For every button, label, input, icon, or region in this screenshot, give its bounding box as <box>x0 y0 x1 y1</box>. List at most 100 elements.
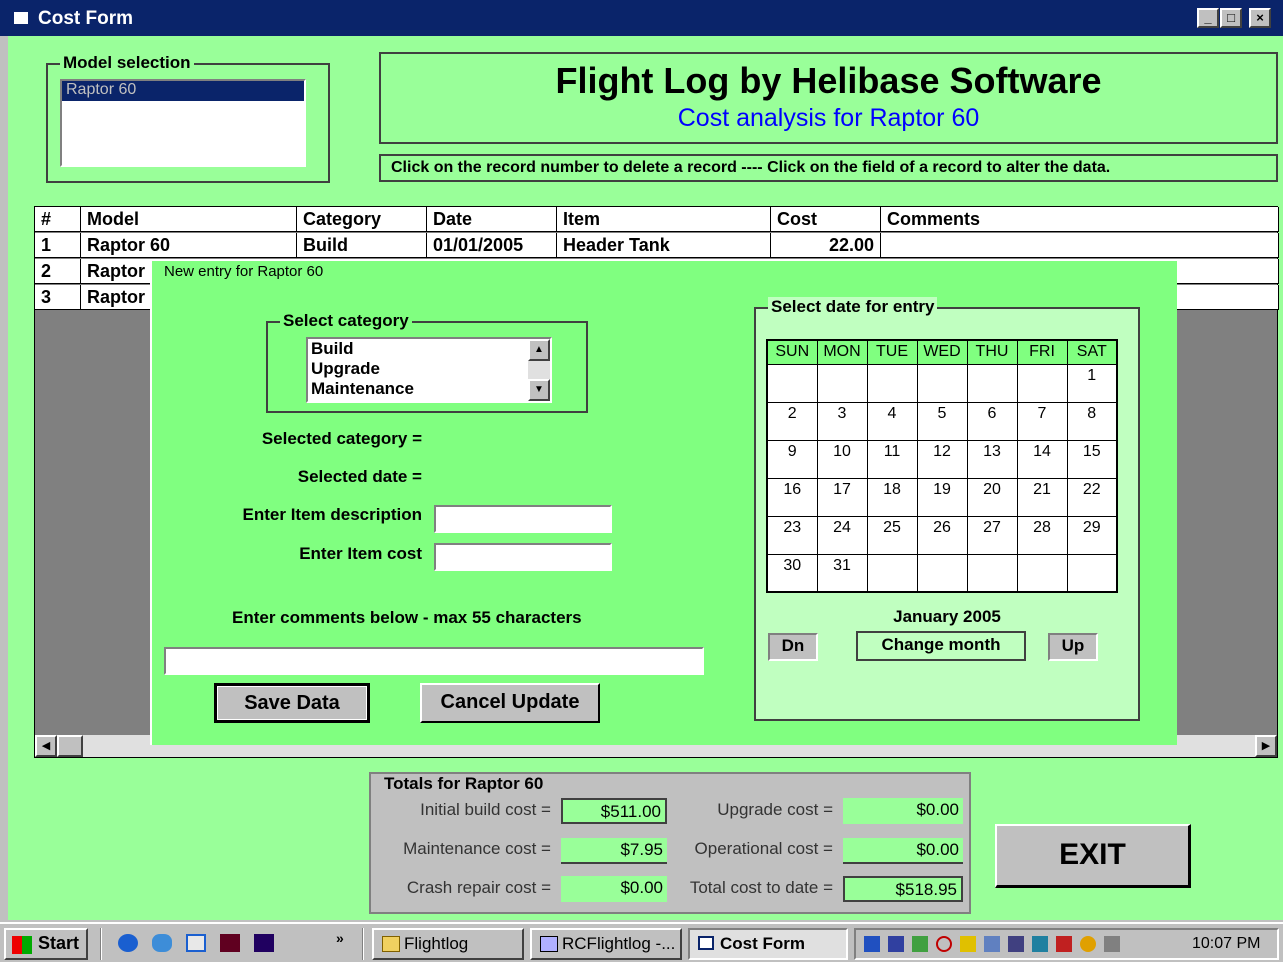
comments-input[interactable] <box>164 647 704 675</box>
tray-app-icon[interactable] <box>960 936 976 952</box>
scroll-left-icon[interactable]: ◀ <box>35 735 57 757</box>
calendar-day-cell[interactable]: 25 <box>866 515 918 555</box>
tray-printer-icon[interactable] <box>1104 936 1120 952</box>
tray-zonealarm-icon[interactable] <box>1056 936 1072 952</box>
calendar-day-cell[interactable] <box>816 363 868 403</box>
month-down-button[interactable]: Dn <box>768 633 818 661</box>
row-number-cell[interactable]: 2 <box>35 259 81 284</box>
calendar-day-cell[interactable]: 27 <box>966 515 1018 555</box>
calendar-day-cell[interactable] <box>1016 553 1068 593</box>
category-listbox[interactable]: Build Upgrade Maintenance ▲ ▼ <box>306 337 552 403</box>
scroll-right-icon[interactable]: ▶ <box>1255 735 1277 757</box>
quicklaunch-app-icon[interactable] <box>220 934 240 952</box>
calendar-day-cell[interactable] <box>866 363 918 403</box>
scroll-thumb[interactable] <box>57 735 83 757</box>
row-number-cell[interactable]: 3 <box>35 285 81 310</box>
show-desktop-icon[interactable] <box>186 934 206 952</box>
calendar-day-cell[interactable]: 17 <box>816 477 868 517</box>
tray-app-icon[interactable] <box>984 936 1000 952</box>
scroll-down-icon[interactable]: ▼ <box>528 379 550 401</box>
calendar-day-cell[interactable]: 7 <box>1016 401 1068 441</box>
row-category-cell[interactable]: Build <box>297 233 427 258</box>
calendar-day-cell[interactable] <box>766 363 818 403</box>
calendar-day-cell[interactable]: 18 <box>866 477 918 517</box>
calendar-day-cell[interactable] <box>916 363 968 403</box>
calendar-day-header: MON <box>816 339 868 365</box>
tray-app-icon[interactable] <box>1008 936 1024 952</box>
calendar-day-cell[interactable] <box>966 363 1018 403</box>
internet-explorer-icon[interactable] <box>118 934 138 952</box>
calendar-day-cell[interactable]: 9 <box>766 439 818 479</box>
calendar-day-cell[interactable]: 5 <box>916 401 968 441</box>
tray-network-icon[interactable] <box>864 936 880 952</box>
calendar-day-cell[interactable]: 1 <box>1066 363 1118 403</box>
calendar-day-cell[interactable] <box>1016 363 1068 403</box>
tray-app-icon[interactable] <box>1080 936 1096 952</box>
calendar-day-cell[interactable]: 26 <box>916 515 968 555</box>
calendar-day-cell[interactable]: 8 <box>1066 401 1118 441</box>
scroll-up-icon[interactable]: ▲ <box>528 339 550 361</box>
tray-app-icon[interactable] <box>936 936 952 952</box>
minimize-button[interactable]: _ <box>1197 8 1219 28</box>
calendar-day-cell[interactable]: 11 <box>866 439 918 479</box>
calendar-day-cell[interactable]: 22 <box>1066 477 1118 517</box>
calendar-day-cell[interactable]: 29 <box>1066 515 1118 555</box>
calendar-day-cell[interactable]: 16 <box>766 477 818 517</box>
start-button[interactable]: Start <box>4 928 88 960</box>
calendar-day-cell[interactable] <box>1066 553 1118 593</box>
tray-flag-icon[interactable] <box>888 936 904 952</box>
calendar-day-cell[interactable]: 15 <box>1066 439 1118 479</box>
task-button-rcflightlog[interactable]: RCFlightlog -... <box>530 928 682 960</box>
calendar-day-cell[interactable]: 21 <box>1016 477 1068 517</box>
calendar-day-cell[interactable]: 30 <box>766 553 818 593</box>
row-comments-cell[interactable] <box>881 233 1279 258</box>
exit-button[interactable]: EXIT <box>995 824 1191 888</box>
quicklaunch-more-icon[interactable]: » <box>336 930 344 946</box>
calendar-day-cell[interactable]: 3 <box>816 401 868 441</box>
category-option[interactable]: Upgrade <box>308 359 550 379</box>
calendar-week-row: 30 31 <box>766 553 1118 593</box>
row-cost-cell[interactable]: 22.00 <box>771 233 881 258</box>
cancel-update-button[interactable]: Cancel Update <box>420 683 600 723</box>
calendar-day-cell[interactable] <box>916 553 968 593</box>
row-item-cell[interactable]: Header Tank <box>557 233 771 258</box>
calendar-day-cell[interactable]: 6 <box>966 401 1018 441</box>
calendar-day-cell[interactable]: 20 <box>966 477 1018 517</box>
calendar-day-cell[interactable]: 12 <box>916 439 968 479</box>
calendar-week-row: 2345678 <box>766 401 1118 441</box>
calendar-day-cell[interactable]: 28 <box>1016 515 1068 555</box>
calendar-day-cell[interactable]: 31 <box>816 553 868 593</box>
model-listbox[interactable]: Raptor 60 <box>60 79 306 167</box>
category-option[interactable]: Build <box>308 339 550 359</box>
calendar-day-cell[interactable]: 23 <box>766 515 818 555</box>
outlook-express-icon[interactable] <box>152 934 172 952</box>
calendar-day-cell[interactable]: 10 <box>816 439 868 479</box>
row-number-cell[interactable]: 1 <box>35 233 81 258</box>
category-scroll-track[interactable] <box>528 361 550 379</box>
calendar-day-cell[interactable]: 24 <box>816 515 868 555</box>
change-month-button[interactable]: Change month <box>856 631 1026 661</box>
month-up-button[interactable]: Up <box>1048 633 1098 661</box>
save-data-button[interactable]: Save Data <box>214 683 370 723</box>
maximize-button[interactable]: □ <box>1220 8 1242 28</box>
calendar-day-cell[interactable] <box>966 553 1018 593</box>
calendar-day-cell[interactable] <box>866 553 918 593</box>
calendar-day-cell[interactable]: 19 <box>916 477 968 517</box>
category-option[interactable]: Maintenance <box>308 379 550 399</box>
calendar-day-cell[interactable]: 14 <box>1016 439 1068 479</box>
tray-app-icon[interactable] <box>912 936 928 952</box>
task-button-cost-form[interactable]: Cost Form <box>688 928 848 960</box>
close-button[interactable]: × <box>1249 8 1271 28</box>
model-list-item[interactable]: Raptor 60 <box>62 81 304 101</box>
quicklaunch-app-icon[interactable] <box>254 934 274 952</box>
item-description-input[interactable] <box>434 505 612 533</box>
item-cost-input[interactable] <box>434 543 612 571</box>
calendar-day-cell[interactable]: 4 <box>866 401 918 441</box>
row-date-cell[interactable]: 01/01/2005 <box>427 233 557 258</box>
calendar-day-cell[interactable]: 2 <box>766 401 818 441</box>
row-model-cell[interactable]: Raptor 60 <box>81 233 297 258</box>
task-button-flightlog[interactable]: Flightlog <box>372 928 524 960</box>
calendar-grid[interactable]: SUN MON TUE WED THU FRI SAT 1 2 3 4 5 6 7 8 9 10 11 12 13 1… <box>766 339 1118 593</box>
tray-app-icon[interactable] <box>1032 936 1048 952</box>
calendar-day-cell[interactable]: 13 <box>966 439 1018 479</box>
